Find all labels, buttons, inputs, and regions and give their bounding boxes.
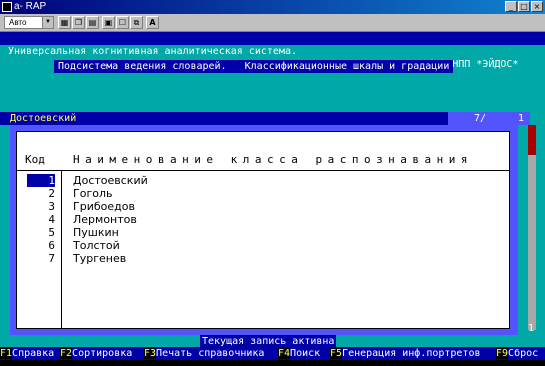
scroll-position: 1: [528, 323, 535, 334]
close-button[interactable]: ×: [531, 1, 543, 12]
console-screen: Универсальная когнитивная аналитическая …: [0, 32, 545, 366]
function-key-bar: F1Справка F2Сортировка F3Печать справочн…: [0, 347, 545, 360]
fkey-code: F4: [278, 348, 291, 359]
fkey-label: Сортировка: [72, 348, 133, 359]
fkey-label: Генерация инф.портретов: [342, 348, 481, 359]
panel-title-bar: Достоевский 7/ 1: [0, 112, 530, 125]
current-record-name: Достоевский: [10, 113, 77, 124]
font-icon[interactable]: A: [146, 16, 159, 29]
scrollbar-thumb[interactable]: [528, 125, 536, 155]
row-code[interactable]: 3: [27, 200, 55, 213]
screen-bottom-edge: [0, 360, 545, 366]
chevron-down-icon[interactable]: ▼: [42, 17, 53, 28]
page-indicator: 7/ 1: [448, 112, 530, 125]
fkey-label: Сброс: [508, 348, 539, 359]
row-name[interactable]: Грибоедов: [73, 200, 135, 213]
row-code[interactable]: 4: [27, 213, 55, 226]
paste-icon[interactable]: ▤: [86, 16, 99, 29]
row-name[interactable]: Гоголь: [73, 187, 112, 200]
column-header-name: Наименование класса распознавания: [73, 153, 474, 166]
row-name[interactable]: Тургенев: [73, 252, 126, 265]
f3-print[interactable]: F3Печать справочника: [144, 347, 264, 360]
row-code[interactable]: 5: [27, 226, 55, 239]
column-divider: [61, 170, 62, 328]
f9-reset[interactable]: F9Сброс: [496, 347, 538, 360]
fkey-code: F1: [0, 348, 13, 359]
fkey-code: F3: [144, 348, 157, 359]
f4-search[interactable]: F4Поиск: [278, 347, 320, 360]
f2-sort[interactable]: F2Сортировка: [60, 347, 132, 360]
fkey-label: Печать справочника: [156, 348, 265, 359]
fkey-code: F9: [496, 348, 509, 359]
fullscreen-icon[interactable]: ▣: [102, 16, 115, 29]
minimize-button[interactable]: _: [505, 1, 517, 12]
properties-icon[interactable]: ☐: [116, 16, 129, 29]
classes-table: Код Наименование класса распознавания 1 …: [16, 131, 510, 329]
f5-generate[interactable]: F5Генерация инф.портретов: [330, 347, 481, 360]
row-name[interactable]: Толстой: [73, 239, 120, 252]
record-count: 7/: [474, 113, 487, 124]
background-icon[interactable]: ⧉: [130, 16, 143, 29]
column-header-code: Код: [25, 153, 45, 166]
font-size-value: Авто: [9, 18, 27, 27]
fkey-label: Поиск: [290, 348, 321, 359]
header-divider: [17, 170, 509, 171]
title-bar[interactable]: a- RAP _ □ ×: [0, 0, 545, 14]
dos-window: a- RAP _ □ × Авто ▼ ▦ ❐ ▤ ▣ ☐ ⧉ A Универ…: [0, 0, 545, 366]
mark-icon[interactable]: ▦: [58, 16, 71, 29]
classes-panel: Код Наименование класса распознавания 1 …: [10, 125, 518, 335]
row-name[interactable]: Лермонтов: [73, 213, 137, 226]
row-code[interactable]: 7: [27, 252, 55, 265]
app-icon[interactable]: [2, 2, 12, 12]
fkey-label: Справка: [12, 348, 55, 359]
row-code[interactable]: 2: [27, 187, 55, 200]
row-code[interactable]: 6: [27, 239, 55, 252]
row-code-selected[interactable]: 1: [27, 174, 55, 187]
window-title: a- RAP: [14, 1, 47, 12]
row-name[interactable]: Пушкин: [73, 226, 119, 239]
f1-help[interactable]: F1Справка: [0, 347, 54, 360]
maximize-button[interactable]: □: [518, 1, 530, 12]
fkey-code: F5: [330, 348, 343, 359]
app-name: Универсальная когнитивная аналитическая …: [8, 46, 297, 57]
scrollbar[interactable]: [528, 125, 536, 330]
row-name[interactable]: Достоевский: [73, 174, 148, 187]
page-number: 1: [518, 113, 525, 124]
font-size-select[interactable]: Авто ▼: [4, 16, 54, 29]
copy-icon[interactable]: ❐: [72, 16, 85, 29]
subsystem-title: Подсистема ведения словарей. Классификац…: [54, 60, 454, 73]
app-header: Универсальная когнитивная аналитическая …: [0, 32, 545, 70]
fkey-code: F2: [60, 348, 73, 359]
toolbar: Авто ▼ ▦ ❐ ▤ ▣ ☐ ⧉ A: [0, 14, 545, 32]
